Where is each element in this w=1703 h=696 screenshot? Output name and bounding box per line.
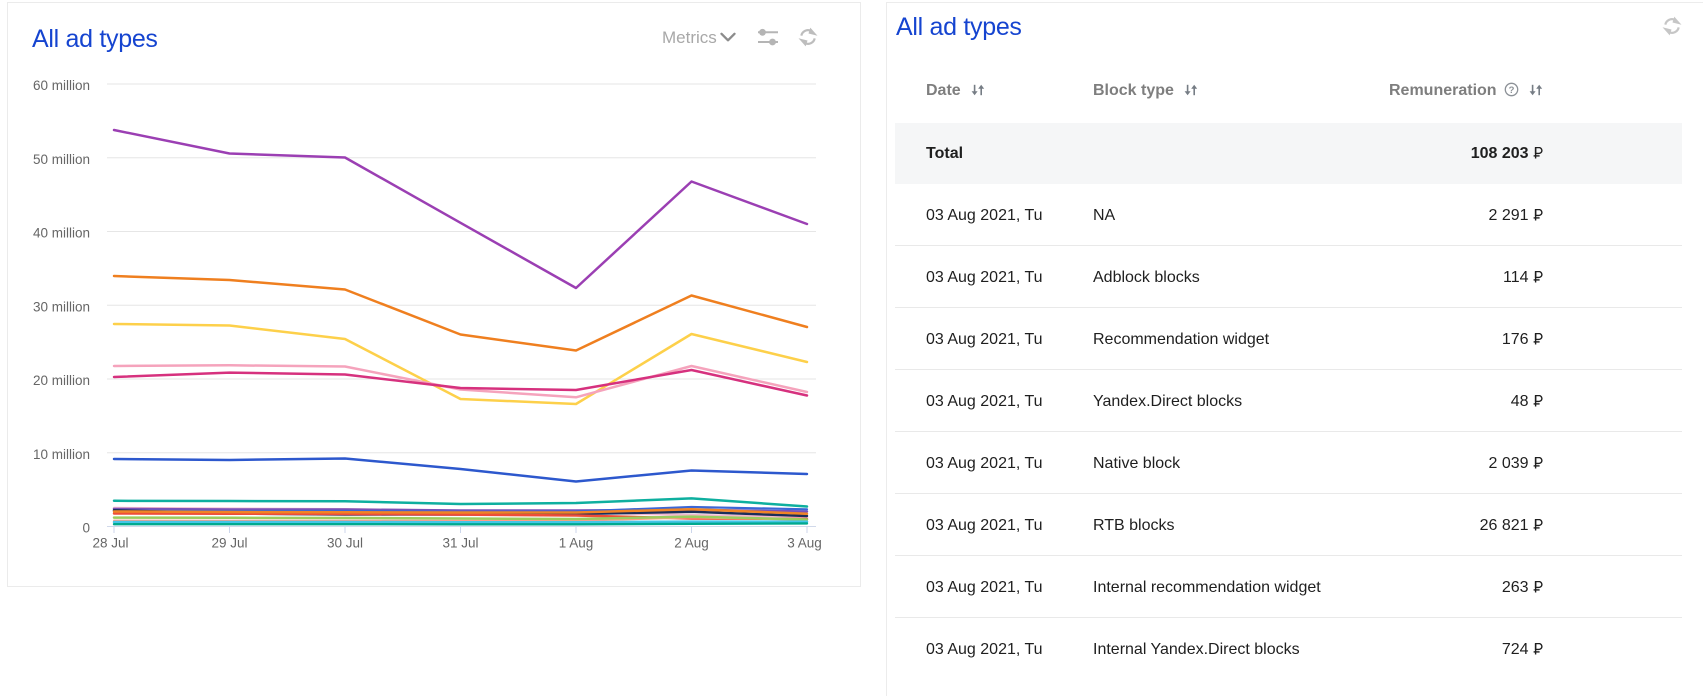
svg-text:28 Jul: 28 Jul [92,536,128,551]
svg-text:30 Jul: 30 Jul [327,536,363,551]
svg-text:0: 0 [82,521,90,536]
svg-text:10 million: 10 million [33,447,90,462]
svg-text:40 million: 40 million [33,226,90,241]
svg-text:1 Aug: 1 Aug [559,536,594,551]
svg-text:60 million: 60 million [33,78,90,93]
svg-text:3 Aug: 3 Aug [787,536,822,551]
svg-text:30 million: 30 million [33,299,90,314]
svg-text:?: ? [1508,85,1514,96]
svg-text:20 million: 20 million [33,373,90,388]
svg-text:50 million: 50 million [33,152,90,167]
svg-text:31 Jul: 31 Jul [442,536,478,551]
svg-text:2 Aug: 2 Aug [674,536,709,551]
svg-text:29 Jul: 29 Jul [211,536,247,551]
